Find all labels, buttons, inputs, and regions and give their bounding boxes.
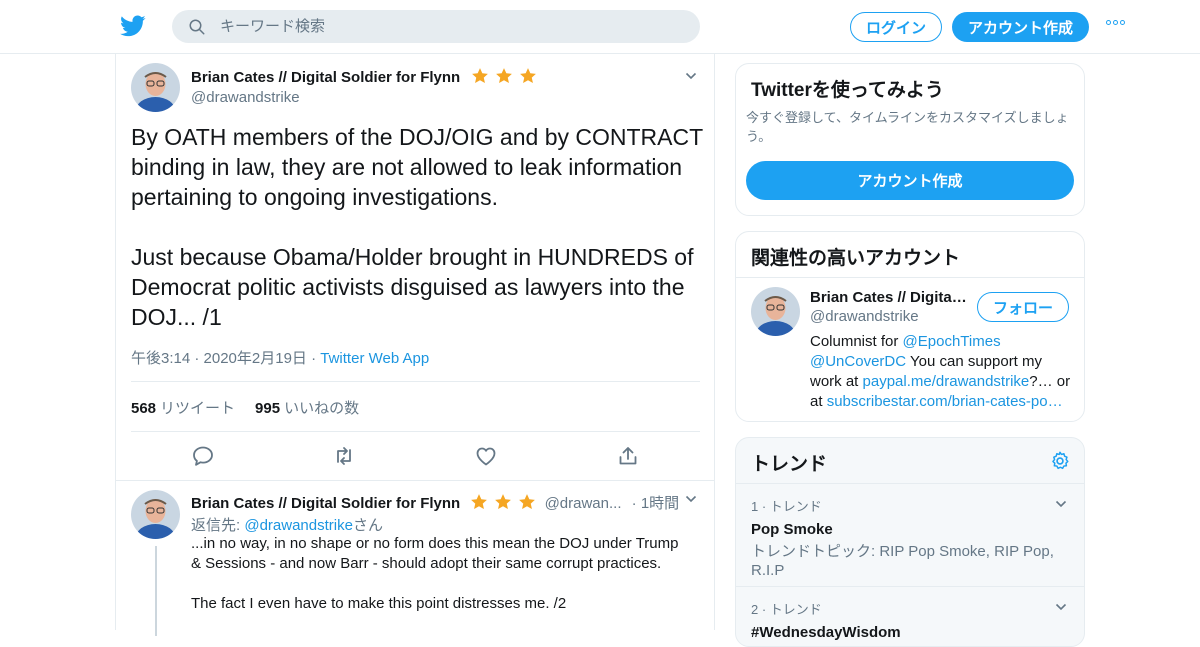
settings-gear-icon[interactable]: [1049, 450, 1071, 472]
tweet-time[interactable]: 午後3:14 · 2020年2月19日 ·: [131, 350, 320, 367]
reply-to-suffix: さん: [352, 517, 383, 534]
star-emojis: [470, 493, 536, 511]
tweet-stats: 568 リツイート 995 いいねの数: [131, 397, 359, 418]
tweet-actions: [116, 444, 714, 468]
trend-desc: トレンドトピック: RIP Pop Smoke, RIP Pop, R.I.P: [751, 543, 1054, 579]
related-account-name[interactable]: Brian Cates // Digita…: [810, 289, 967, 306]
share-icon[interactable]: [616, 444, 640, 468]
like-label: いいねの数: [284, 400, 360, 417]
trends-card-title: トレンド: [751, 454, 828, 475]
related-card-title: 関連性の高いアカウント: [751, 248, 961, 269]
chevron-down-icon[interactable]: [1055, 498, 1067, 510]
like-count-link[interactable]: 995 いいねの数: [255, 397, 359, 418]
retweet-icon[interactable]: [332, 444, 356, 468]
related-account-handle[interactable]: @drawandstrike: [810, 308, 919, 325]
trend-rank: 1 · トレンド: [751, 499, 822, 514]
reply-header: Brian Cates // Digital Soldier for Flynn…: [191, 492, 679, 513]
divider: [116, 480, 714, 481]
avatar-image: [131, 490, 180, 539]
star-icon: [471, 68, 488, 84]
reply-time[interactable]: · 1時間: [632, 495, 680, 512]
trends-card: トレンド 1 · トレンド Pop Smoke トレンドトピック: RIP Po…: [735, 437, 1085, 647]
chevron-down-icon[interactable]: [685, 70, 697, 82]
tweet-meta: 午後3:14 · 2020年2月19日 · Twitter Web App: [131, 347, 429, 368]
reply-to-prefix: 返信先:: [191, 517, 245, 534]
chevron-down-icon[interactable]: [685, 493, 697, 505]
twitter-bird-icon[interactable]: [120, 13, 146, 39]
related-accounts-card: 関連性の高いアカウント Brian Cates // Digita… @draw…: [735, 231, 1085, 422]
signup-card-title: Twitterを使ってみよう: [751, 80, 944, 101]
trend-item[interactable]: 1 · トレンド Pop Smoke トレンドトピック: RIP Pop Smo…: [736, 483, 1084, 592]
like-count: 995: [255, 400, 281, 417]
bio-link-epochtimes[interactable]: @EpochTimes: [903, 333, 1001, 350]
author-handle[interactable]: @drawandstrike: [191, 89, 537, 106]
reply-text: ...in no way, in no shape or no form doe…: [191, 535, 679, 612]
star-icon: [519, 494, 536, 510]
top-bar: ログイン アカウント作成: [0, 0, 1200, 54]
bio-text: Columnist for: [810, 333, 903, 350]
tweet-source-link[interactable]: Twitter Web App: [320, 350, 429, 367]
thread-line: [155, 546, 157, 636]
trend-item[interactable]: 2 · トレンド #WednesdayWisdom: [736, 586, 1084, 646]
trend-name: #WednesdayWisdom: [751, 624, 901, 641]
more-options-icon[interactable]: [1106, 20, 1125, 25]
bio-link-uncoverdc[interactable]: @UnCoverDC: [810, 353, 906, 370]
signup-card-button[interactable]: アカウント作成: [746, 161, 1074, 200]
bio-link-paypal[interactable]: paypal.me/drawandstrike: [863, 373, 1030, 390]
divider: [736, 277, 1084, 278]
star-emojis: [471, 67, 537, 85]
signup-button[interactable]: アカウント作成: [952, 12, 1089, 42]
timeline: Brian Cates // Digital Soldier for Flynn…: [115, 54, 715, 636]
trend-rank: 2 · トレンド: [751, 602, 822, 617]
like-icon[interactable]: [474, 444, 498, 468]
author-name[interactable]: Brian Cates // Digital Soldier for Flynn: [191, 69, 460, 86]
reply-to: 返信先: @drawandstrikeさん: [191, 514, 383, 535]
related-avatar[interactable]: [751, 287, 800, 336]
search-bar[interactable]: [172, 10, 700, 43]
login-button[interactable]: ログイン: [850, 12, 942, 42]
star-icon: [495, 494, 512, 510]
star-icon: [471, 494, 488, 510]
star-icon: [495, 68, 512, 84]
reply-author-name[interactable]: Brian Cates // Digital Soldier for Flynn: [191, 495, 460, 512]
tweet-header: Brian Cates // Digital Soldier for Flynn…: [191, 67, 537, 106]
reply-author-handle[interactable]: @drawan...: [545, 495, 622, 512]
retweet-count-link[interactable]: 568 リツイート: [131, 397, 235, 418]
reply-icon[interactable]: [191, 444, 215, 468]
avatar-image: [751, 287, 800, 336]
divider: [131, 381, 700, 382]
divider: [131, 431, 700, 432]
signup-card: Twitterを使ってみよう 今すぐ登録して、タイムラインをカスタマイズしましょ…: [735, 63, 1085, 216]
search-icon: [189, 19, 205, 34]
reply-avatar[interactable]: [131, 490, 180, 539]
star-icon: [519, 68, 536, 84]
avatar[interactable]: [131, 63, 180, 112]
bio-link-subscribestar[interactable]: subscribestar.com/brian-cates-po…: [827, 393, 1063, 410]
follow-button[interactable]: フォロー: [977, 292, 1069, 322]
signup-card-desc: 今すぐ登録して、タイムラインをカスタマイズしましょう。: [746, 110, 1069, 144]
tweet-text: By OATH members of the DOJ/OIG and by CO…: [131, 124, 703, 330]
chevron-down-icon[interactable]: [1055, 601, 1067, 613]
retweet-label: リツイート: [160, 400, 236, 417]
search-input[interactable]: [220, 18, 660, 35]
related-account-bio: Columnist for @EpochTimes @UnCoverDC You…: [810, 332, 1075, 412]
reply-to-link[interactable]: @drawandstrike: [244, 517, 353, 534]
retweet-count: 568: [131, 400, 157, 417]
trend-name: Pop Smoke: [751, 521, 833, 538]
avatar-image: [131, 63, 180, 112]
